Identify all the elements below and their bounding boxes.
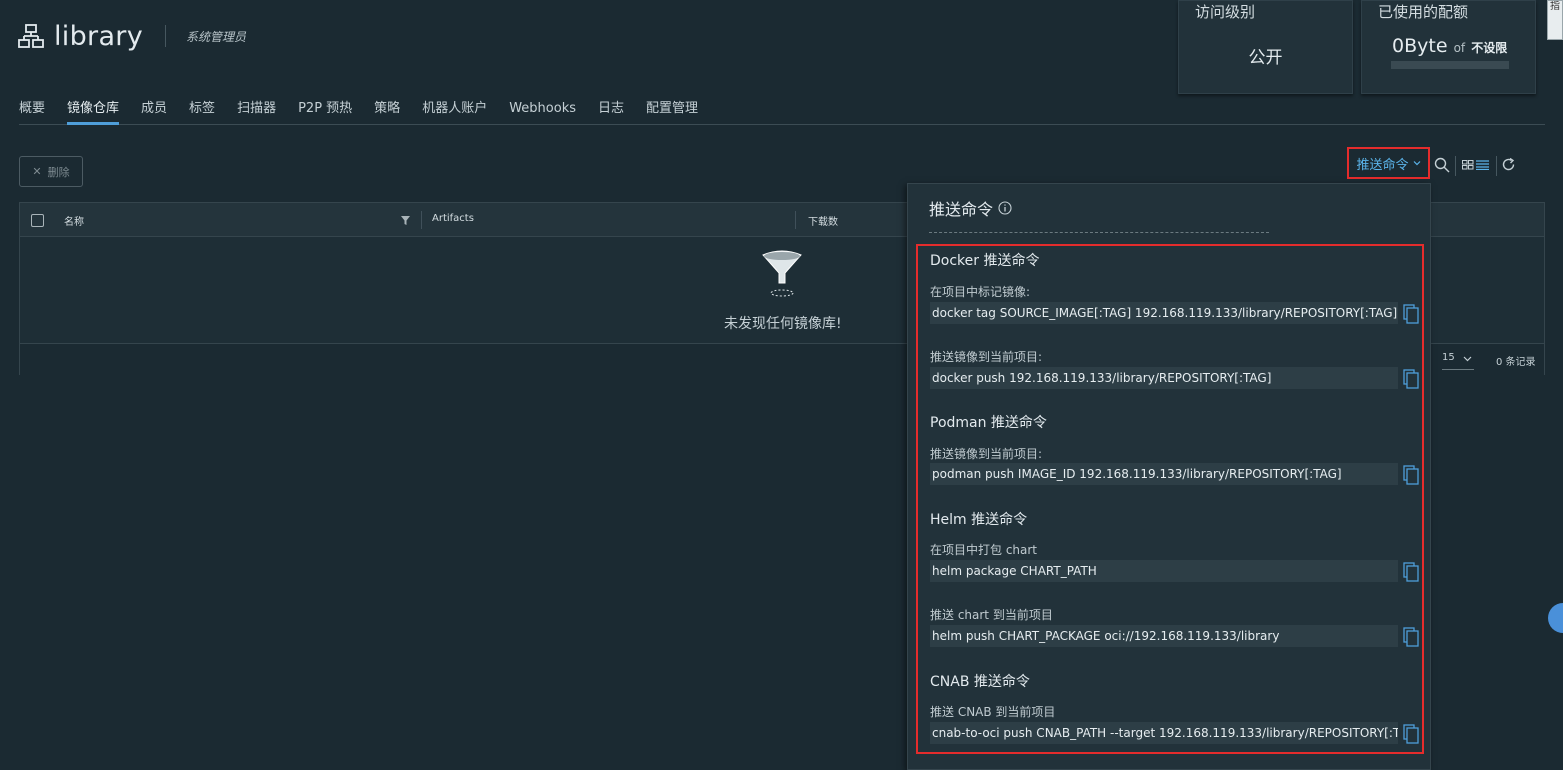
project-header: library 系统管理员	[18, 18, 246, 54]
quota-card: 已使用的配额 0Byte of 不设限	[1361, 0, 1536, 94]
tab-policy[interactable]: 策略	[374, 100, 400, 125]
tab-configuration[interactable]: 配置管理	[646, 100, 698, 125]
command-label: 推送镜像到当前项目:	[930, 447, 1043, 461]
page-size-select[interactable]: 15	[1442, 352, 1474, 370]
empty-state-text: 未发现任何镜像库!	[724, 316, 842, 332]
copy-icon[interactable]	[1403, 465, 1419, 485]
quota-limit: 不设限	[1471, 41, 1508, 55]
quota-usage: 0Byte of 不设限	[1392, 35, 1507, 57]
total-records: 0 条记录	[1496, 357, 1536, 368]
command-label: 推送 CNAB 到当前项目	[930, 705, 1056, 719]
tab-summary[interactable]: 概要	[19, 100, 45, 125]
tab-labels[interactable]: 标签	[189, 100, 215, 125]
command-label: 推送镜像到当前项目:	[930, 350, 1043, 364]
refresh-icon[interactable]	[1501, 157, 1516, 172]
copy-icon[interactable]	[1403, 627, 1419, 647]
page-size-value: 15	[1442, 352, 1455, 363]
push-command-button[interactable]: 推送命令	[1347, 147, 1430, 179]
command-label: 在项目中打包 chart	[930, 543, 1038, 557]
tab-p2p-preheat[interactable]: P2P 预热	[298, 100, 352, 125]
commands-highlight: Docker 推送命令 在项目中标记镜像: docker tag SOURCE_…	[916, 244, 1424, 754]
chevron-down-icon	[1413, 161, 1420, 166]
docker-tag-command[interactable]: docker tag SOURCE_IMAGE[:TAG] 192.168.11…	[930, 302, 1398, 324]
close-icon: ✕	[32, 165, 42, 178]
command-label: 推送 chart 到当前项目	[930, 608, 1053, 622]
card-view-icon[interactable]	[1462, 160, 1474, 170]
docker-push-command[interactable]: docker push 192.168.119.133/library/REPO…	[930, 367, 1398, 389]
header-divider	[164, 25, 166, 47]
popover-divider	[929, 232, 1269, 233]
copy-icon[interactable]	[1403, 304, 1419, 324]
tab-members[interactable]: 成员	[141, 100, 167, 125]
chevron-down-icon	[1463, 356, 1472, 362]
column-downloads[interactable]: 下载数	[808, 213, 838, 228]
access-level-card: 访问级别 公开	[1178, 0, 1353, 94]
project-title: library	[54, 20, 143, 52]
popover-title-text: 推送命令	[929, 200, 994, 219]
tab-webhooks[interactable]: Webhooks	[509, 100, 576, 125]
quota-used-value: 0	[1392, 35, 1405, 57]
column-divider[interactable]	[421, 211, 422, 229]
quota-of: of	[1453, 41, 1466, 55]
column-divider[interactable]	[795, 211, 796, 229]
project-tabs: 概要 镜像仓库 成员 标签 扫描器 P2P 预热 策略 机器人账户 Webhoo…	[19, 100, 1545, 125]
filter-icon[interactable]	[401, 216, 410, 225]
side-drawer-tab[interactable]: 指	[1547, 0, 1563, 40]
docker-section-title: Docker 推送命令	[930, 253, 1040, 269]
podman-push-command[interactable]: podman push IMAGE_ID 192.168.119.133/lib…	[930, 463, 1398, 485]
access-level-label: 访问级别	[1195, 3, 1256, 21]
copy-icon[interactable]	[1403, 724, 1419, 744]
info-icon[interactable]	[998, 201, 1012, 215]
cnab-push-command[interactable]: cnab-to-oci push CNAB_PATH --target 192.…	[930, 722, 1398, 744]
delete-button[interactable]: ✕ 删除	[19, 156, 83, 187]
push-command-popover: 推送命令 Docker 推送命令 在项目中标记镜像: docker tag SO…	[907, 183, 1431, 770]
access-level-value: 公开	[1248, 48, 1283, 68]
select-all-checkbox[interactable]	[31, 214, 44, 227]
helm-package-command[interactable]: helm package CHART_PATH	[930, 560, 1398, 582]
empty-funnel-icon	[762, 250, 802, 297]
toolbar-divider	[1455, 156, 1456, 176]
tab-repositories[interactable]: 镜像仓库	[67, 100, 120, 125]
list-view-icon[interactable]	[1476, 160, 1489, 170]
search-icon[interactable]	[1434, 157, 1450, 173]
user-role: 系统管理员	[185, 29, 246, 44]
column-artifacts[interactable]: Artifacts	[432, 213, 474, 224]
quota-used-unit: Byte	[1404, 35, 1448, 57]
tab-scanner[interactable]: 扫描器	[237, 100, 276, 125]
cnab-section-title: CNAB 推送命令	[930, 674, 1030, 690]
toolbar-divider	[1496, 156, 1497, 176]
delete-label: 删除	[47, 165, 70, 179]
project-icon	[18, 24, 44, 48]
copy-icon[interactable]	[1403, 369, 1419, 389]
podman-section-title: Podman 推送命令	[930, 415, 1047, 431]
floating-action-button[interactable]	[1548, 603, 1563, 633]
popover-title: 推送命令	[929, 196, 1012, 220]
quota-progress-bar	[1391, 61, 1509, 69]
helm-push-command[interactable]: helm push CHART_PACKAGE oci://192.168.11…	[930, 625, 1398, 647]
tab-logs[interactable]: 日志	[598, 100, 624, 125]
command-label: 在项目中标记镜像:	[930, 285, 1031, 299]
column-name[interactable]: 名称	[64, 213, 84, 228]
push-command-label: 推送命令	[1356, 157, 1409, 173]
helm-section-title: Helm 推送命令	[930, 512, 1028, 528]
tab-robot-accounts[interactable]: 机器人账户	[422, 100, 487, 125]
quota-label: 已使用的配额	[1378, 3, 1469, 21]
copy-icon[interactable]	[1403, 562, 1419, 582]
